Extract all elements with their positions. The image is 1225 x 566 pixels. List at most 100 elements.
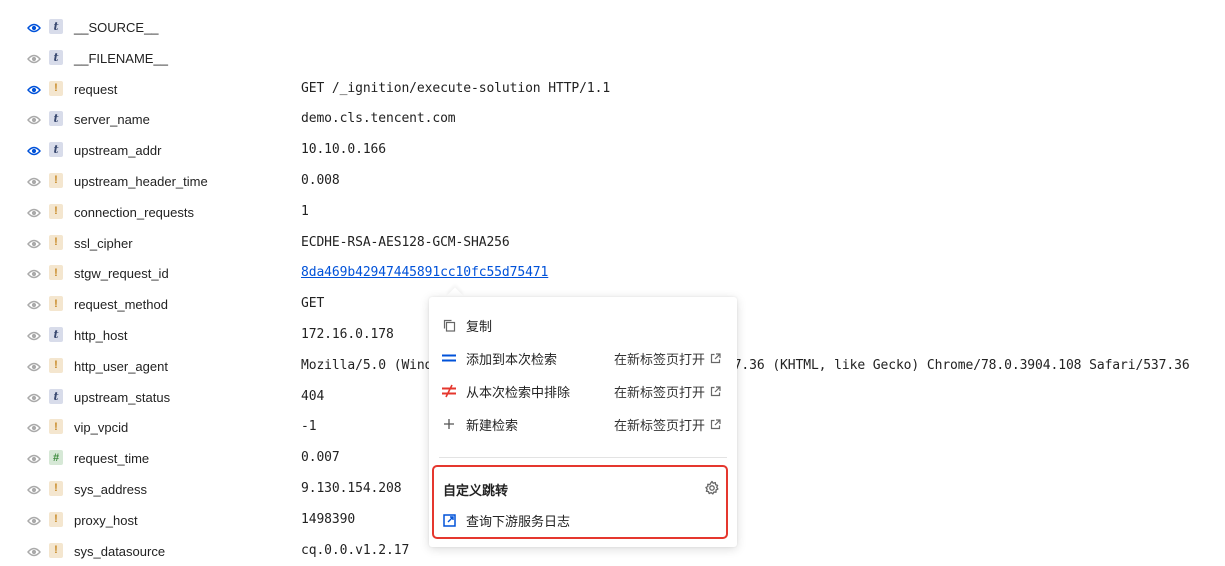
eye-icon[interactable] xyxy=(27,175,41,187)
eye-icon[interactable] xyxy=(27,52,41,64)
field-value[interactable]: -1 xyxy=(301,419,317,434)
field-name: connection_requests xyxy=(74,204,194,220)
eye-icon[interactable] xyxy=(27,206,41,218)
external-link-icon xyxy=(710,352,721,363)
field-value[interactable]: GET /_ignition/execute-solution HTTP/1.1 xyxy=(301,81,610,96)
field-type-badge: t xyxy=(49,19,63,34)
eye-icon[interactable] xyxy=(27,83,41,95)
eye-icon[interactable] xyxy=(27,391,41,403)
field-type-badge: ! xyxy=(49,80,63,96)
eye-icon[interactable] xyxy=(27,329,41,341)
field-name: http_host xyxy=(74,327,128,343)
field-type-badge: ! xyxy=(49,265,63,281)
eye-icon[interactable] xyxy=(27,452,41,464)
field-name: upstream_status xyxy=(74,389,171,405)
open-new-tab-label: 在新标签页打开 xyxy=(614,351,706,367)
field-name: sys_datasource xyxy=(74,543,166,559)
field-name: upstream_addr xyxy=(74,143,162,159)
custom-jump-link[interactable]: 查询下游服务日志 xyxy=(443,511,570,530)
field-name: ssl_cipher xyxy=(74,235,133,251)
external-link-icon xyxy=(710,385,721,396)
eye-icon[interactable] xyxy=(27,545,41,557)
field-name: vip_vpcid xyxy=(74,420,129,436)
eye-icon[interactable] xyxy=(27,21,41,33)
field-type-badge: ! xyxy=(49,511,63,527)
field-row: t __FILENAME__ xyxy=(0,43,1225,74)
copy-icon xyxy=(441,317,457,333)
field-name: stgw_request_id xyxy=(74,266,169,282)
field-value[interactable]: 0.007 xyxy=(301,450,340,465)
external-link-icon xyxy=(443,514,456,527)
menu-divider xyxy=(439,457,727,458)
menu-item-copy-label: 复制 xyxy=(466,318,493,334)
open-new-tab-label: 在新标签页打开 xyxy=(614,384,706,400)
field-name: http_user_agent xyxy=(74,358,168,374)
field-row: ! stgw_request_id 8da469b42947445891cc10fc… xyxy=(0,258,1225,289)
field-type-badge: ! xyxy=(49,296,63,312)
menu-item-exclude-label: 从本次检索中排除 xyxy=(466,384,571,400)
eye-icon[interactable] xyxy=(27,113,41,125)
field-name: proxy_host xyxy=(74,512,138,528)
field-type-badge: t xyxy=(49,388,63,404)
exclude-open-new-tab-link[interactable]: 在新标签页打开 xyxy=(614,381,721,401)
field-name: __SOURCE__ xyxy=(74,20,159,35)
field-row: ! request GET /_ignition/execute-solution … xyxy=(0,74,1225,105)
field-type-badge: ! xyxy=(49,419,63,435)
eye-icon[interactable] xyxy=(27,514,41,526)
menu-item-add-label: 添加到本次检索 xyxy=(466,351,558,367)
equals-icon xyxy=(441,350,457,366)
field-type-badge: t xyxy=(49,326,63,342)
field-type-badge: ! xyxy=(49,203,63,219)
eye-icon[interactable] xyxy=(27,298,41,310)
field-value[interactable]: 10.10.0.166 xyxy=(301,142,386,157)
field-value[interactable]: 404 xyxy=(301,389,324,404)
field-value[interactable]: 1 xyxy=(301,204,309,219)
field-name: upstream_header_time xyxy=(74,173,208,189)
field-row: t upstream_addr 10.10.0.166 xyxy=(0,135,1225,166)
external-link-icon xyxy=(710,418,721,429)
field-row: ! ssl_cipher ECDHE-RSA-AES128-GCM-SHA256 xyxy=(0,228,1225,259)
eye-icon[interactable] xyxy=(27,360,41,372)
open-new-tab-label: 在新标签页打开 xyxy=(614,417,706,433)
field-value[interactable]: GET xyxy=(301,296,324,311)
plus-icon xyxy=(441,416,457,432)
custom-jump-section: 自定义跳转 查询下游服务日志 xyxy=(432,465,728,539)
field-type-badge: t xyxy=(49,49,63,65)
field-type-badge: t xyxy=(49,111,63,127)
field-value[interactable]: 0.008 xyxy=(301,173,340,188)
field-value[interactable]: 1498390 xyxy=(301,512,355,527)
menu-item-copy[interactable]: 复制 xyxy=(441,315,492,335)
field-value[interactable]: demo.cls.tencent.com xyxy=(301,111,456,126)
field-name: sys_address xyxy=(74,481,147,497)
field-value[interactable]: 172.16.0.178 xyxy=(301,327,394,342)
field-value[interactable]: 9.130.154.208 xyxy=(301,481,402,496)
field-type-badge: ! xyxy=(49,357,63,373)
field-value[interactable]: cq.0.0.v1.2.17 xyxy=(301,543,409,558)
eye-icon[interactable] xyxy=(27,237,41,249)
field-row: t __SOURCE__ xyxy=(0,12,1225,43)
field-name: request xyxy=(74,81,118,97)
menu-item-exclude-from-search[interactable]: 从本次检索中排除 xyxy=(441,381,570,401)
new-search-open-new-tab-link[interactable]: 在新标签页打开 xyxy=(614,414,721,434)
menu-item-add-to-search[interactable]: 添加到本次检索 xyxy=(441,348,557,368)
field-type-badge: t xyxy=(49,142,63,158)
field-row: ! upstream_header_time 0.008 xyxy=(0,166,1225,197)
field-value[interactable]: ECDHE-RSA-AES128-GCM-SHA256 xyxy=(301,235,510,250)
field-name: __FILENAME__ xyxy=(74,50,168,66)
value-context-menu: 复制 添加到本次检索 在新标签页打开 从本次检索中排除 在新标签页打开 新建检索… xyxy=(429,297,737,547)
eye-icon[interactable] xyxy=(27,483,41,495)
field-type-badge: ! xyxy=(49,234,63,250)
not-equal-icon xyxy=(441,383,457,399)
field-type-badge: ! xyxy=(49,480,63,496)
field-value-link[interactable]: 8da469b42947445891cc10fc55d75471 xyxy=(301,265,548,280)
custom-jump-link-label: 查询下游服务日志 xyxy=(466,514,571,529)
eye-icon[interactable] xyxy=(27,144,41,156)
field-row: ! connection_requests 1 xyxy=(0,197,1225,228)
eye-icon[interactable] xyxy=(27,267,41,279)
menu-item-new-search[interactable]: 新建检索 xyxy=(441,414,518,434)
eye-icon[interactable] xyxy=(27,421,41,433)
gear-icon[interactable] xyxy=(704,480,720,496)
add-open-new-tab-link[interactable]: 在新标签页打开 xyxy=(614,348,721,368)
custom-jump-title: 自定义跳转 xyxy=(443,483,509,498)
field-name: request_method xyxy=(74,297,168,313)
